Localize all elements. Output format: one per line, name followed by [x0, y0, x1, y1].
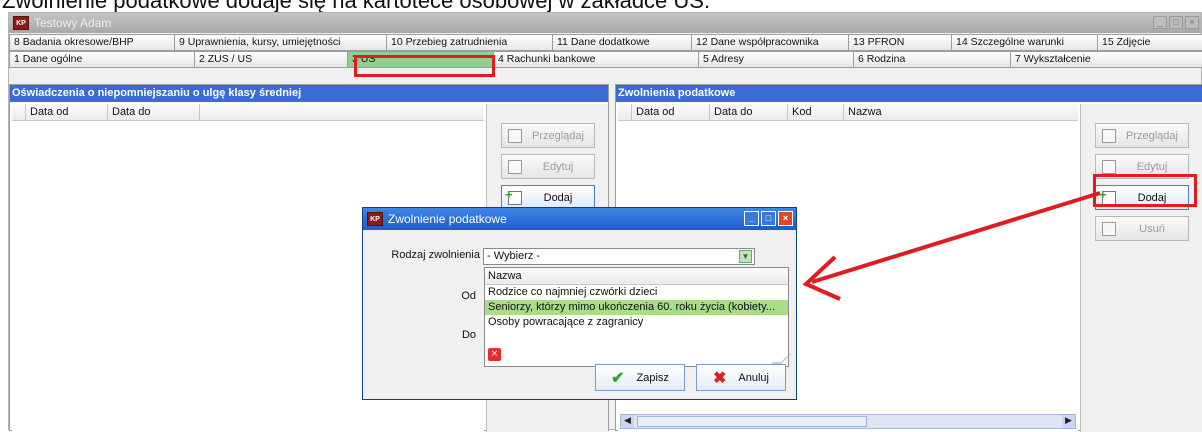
to-label: Do [461, 329, 476, 341]
dropdown-header: Nazwa [485, 268, 788, 285]
checkmark-icon: ✔ [611, 369, 625, 387]
minimize-icon[interactable]: _ [744, 211, 759, 226]
cancel-button[interactable]: ✖ Anuluj [696, 364, 786, 391]
dialog-controls: _ □ × [744, 211, 793, 226]
tax-exemption-dialog: KP Zwolnienie podatkowe _ □ × Rodzaj zwo… [362, 207, 797, 400]
cancel-x-icon: ✖ [713, 369, 727, 387]
dropdown-option[interactable]: Rodzice co najmniej czwórki dzieci [485, 285, 788, 300]
exemption-type-value: - Wybierz - [487, 250, 541, 262]
save-label: Zapisz [636, 371, 669, 384]
close-icon[interactable]: × [778, 211, 793, 226]
dialog-titlebar: KP Zwolnienie podatkowe _ □ × [363, 208, 796, 230]
chevron-down-icon[interactable]: ▼ [739, 250, 752, 263]
dialog-app-icon: KP [367, 212, 383, 226]
exemption-type-label: Rodzaj zwolnienia [391, 249, 480, 261]
from-label: Od [461, 290, 476, 302]
dropdown-option-selected[interactable]: Seniorzy, którzy mimo ukończenia 60. rok… [485, 300, 788, 315]
dropdown-close-icon[interactable]: × [488, 348, 501, 361]
save-button[interactable]: ✔ Zapisz [595, 364, 685, 391]
cancel-label: Anuluj [738, 371, 769, 384]
maximize-icon[interactable]: □ [761, 211, 776, 226]
dialog-title: Zwolnienie podatkowe [388, 212, 507, 226]
resize-grip-icon[interactable] [771, 354, 791, 364]
dropdown-option[interactable]: Osoby powracające z zagranicy [485, 315, 788, 330]
exemption-type-select[interactable]: - Wybierz - ▼ [483, 248, 755, 265]
exemption-type-dropdown[interactable]: Nazwa Rodzice co najmniej czwórki dzieci… [484, 267, 791, 367]
